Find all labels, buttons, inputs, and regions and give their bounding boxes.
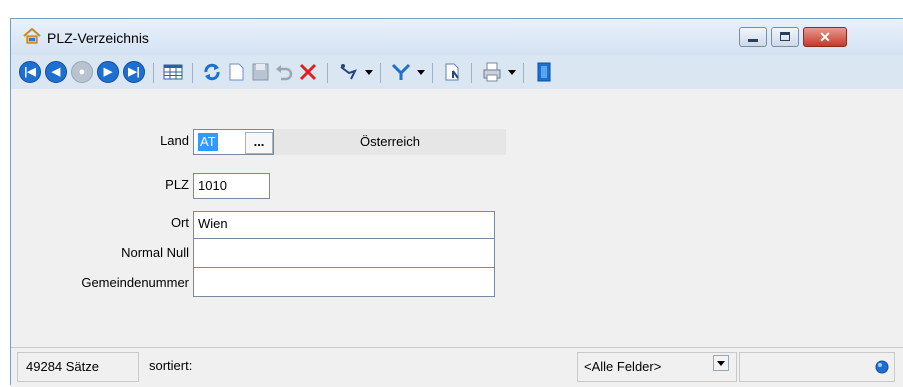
toolbar-separator xyxy=(192,63,193,83)
toolbar-separator xyxy=(471,63,472,83)
globe-search-icon[interactable] xyxy=(875,360,889,374)
minimize-button[interactable] xyxy=(739,27,767,47)
maximize-button[interactable] xyxy=(771,27,799,47)
plz-input[interactable]: 1010 xyxy=(193,173,270,199)
close-button[interactable]: ✕ xyxy=(803,27,847,47)
first-record-icon[interactable]: |◀ xyxy=(19,61,41,83)
table-view-icon[interactable] xyxy=(162,61,184,83)
normal-null-label: Normal Null xyxy=(121,245,189,260)
last-record-icon[interactable]: ▶| xyxy=(123,61,145,83)
toolbar: |◀ ◀ ● ▶ ▶| xyxy=(11,55,903,89)
save-icon[interactable] xyxy=(249,61,271,83)
exit-icon[interactable] xyxy=(533,61,555,83)
delete-icon[interactable] xyxy=(297,61,319,83)
ort-label: Ort xyxy=(170,215,189,230)
land-input[interactable]: AT xyxy=(198,133,218,151)
field-select-value: <Alle Felder> xyxy=(584,359,662,374)
land-name-display: Österreich xyxy=(274,129,506,155)
refresh-record-icon[interactable]: ● xyxy=(71,61,93,83)
toolbar-separator xyxy=(153,63,154,83)
gemeindenummer-input[interactable] xyxy=(193,267,495,297)
land-field[interactable]: AT ... xyxy=(193,129,274,155)
land-lookup-button[interactable]: ... xyxy=(245,132,273,154)
undo-icon[interactable] xyxy=(273,61,295,83)
search-icon[interactable] xyxy=(337,61,359,83)
normal-null-input[interactable] xyxy=(193,238,495,268)
next-record-icon[interactable]: ▶ xyxy=(97,61,119,83)
form-area: Land AT ... Österreich PLZ 1010 Ort Wien… xyxy=(11,89,903,347)
toolbar-separator xyxy=(432,63,433,83)
toolbar-separator xyxy=(523,63,524,83)
field-select-dropdown-icon[interactable] xyxy=(713,355,729,371)
toolbar-separator xyxy=(380,63,381,83)
window-title: PLZ-Verzeichnis xyxy=(47,30,149,46)
reload-icon[interactable] xyxy=(201,61,223,83)
close-icon: ✕ xyxy=(819,29,831,45)
plz-window: PLZ-Verzeichnis ✕ |◀ ◀ ● ▶ ▶| Land AT ..… xyxy=(10,18,903,387)
toolbar-separator xyxy=(327,63,328,83)
gemeindenummer-label: Gemeindenummer xyxy=(81,275,189,290)
print-icon[interactable] xyxy=(481,61,503,83)
home-icon xyxy=(23,28,41,44)
status-bar: 49284 Sätze sortiert: <Alle Felder> xyxy=(11,347,903,387)
minimize-icon xyxy=(748,39,758,42)
record-count: 49284 Sätze xyxy=(17,352,139,382)
ort-input[interactable]: Wien xyxy=(193,211,495,239)
land-label: Land xyxy=(160,133,189,148)
plz-label: PLZ xyxy=(165,177,189,192)
filter-icon[interactable] xyxy=(390,61,412,83)
print-dropdown-icon[interactable] xyxy=(508,70,516,75)
previous-record-icon[interactable]: ◀ xyxy=(45,61,67,83)
filter-dropdown-icon[interactable] xyxy=(417,70,425,75)
title-bar[interactable]: PLZ-Verzeichnis ✕ xyxy=(11,19,903,55)
search-input[interactable] xyxy=(739,352,895,382)
search-dropdown-icon[interactable] xyxy=(365,70,373,75)
maximize-icon xyxy=(780,32,790,41)
sort-status: sortiert: xyxy=(149,358,193,373)
document-icon[interactable] xyxy=(441,61,463,83)
new-record-icon[interactable] xyxy=(225,61,247,83)
